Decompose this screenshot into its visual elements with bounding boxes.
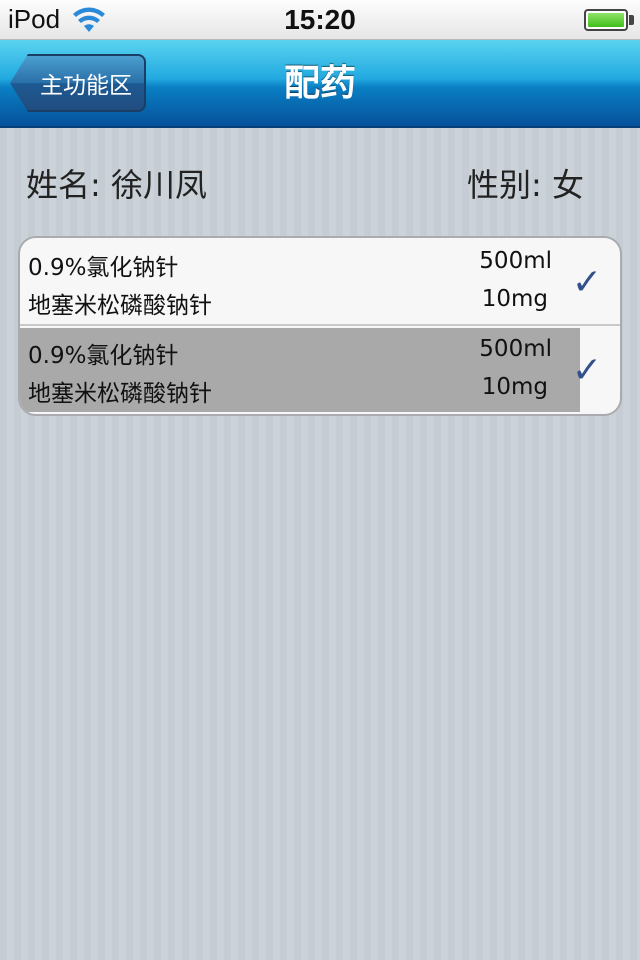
battery-full-icon bbox=[584, 9, 628, 31]
drug-name: 0.9%氯化钠针 bbox=[28, 255, 179, 281]
status-bar: iPod 15:20 bbox=[0, 0, 640, 40]
patient-gender: 性别: 女 bbox=[467, 166, 584, 204]
drug-dose: 500ml bbox=[479, 248, 552, 274]
status-time: 15:20 bbox=[284, 4, 356, 35]
checkmark-icon[interactable]: ✓ bbox=[572, 262, 602, 303]
patient-name: 姓名: 徐川凤 bbox=[26, 166, 207, 204]
drug-dose: 10mg bbox=[481, 374, 548, 400]
drug-name: 地塞米松磷酸钠针 bbox=[28, 293, 212, 319]
battery-tip bbox=[629, 15, 634, 25]
checkmark-icon[interactable]: ✓ bbox=[572, 350, 602, 391]
drug-name: 地塞米松磷酸钠针 bbox=[28, 381, 212, 407]
page-title: 配药 bbox=[283, 63, 356, 104]
table-row[interactable]: 0.9%氯化钠针 500ml 地塞米松磷酸钠针 10mg ✓ bbox=[20, 326, 620, 414]
table-row[interactable]: 0.9%氯化钠针 500ml 地塞米松磷酸钠针 10mg ✓ bbox=[20, 238, 620, 326]
drug-dose: 500ml bbox=[479, 336, 552, 362]
prescription-table: 0.9%氯化钠针 500ml 地塞米松磷酸钠针 10mg ✓ 0.9%氯化钠针 … bbox=[18, 236, 622, 416]
drug-dose: 10mg bbox=[481, 286, 548, 312]
drug-name: 0.9%氯化钠针 bbox=[28, 343, 179, 369]
